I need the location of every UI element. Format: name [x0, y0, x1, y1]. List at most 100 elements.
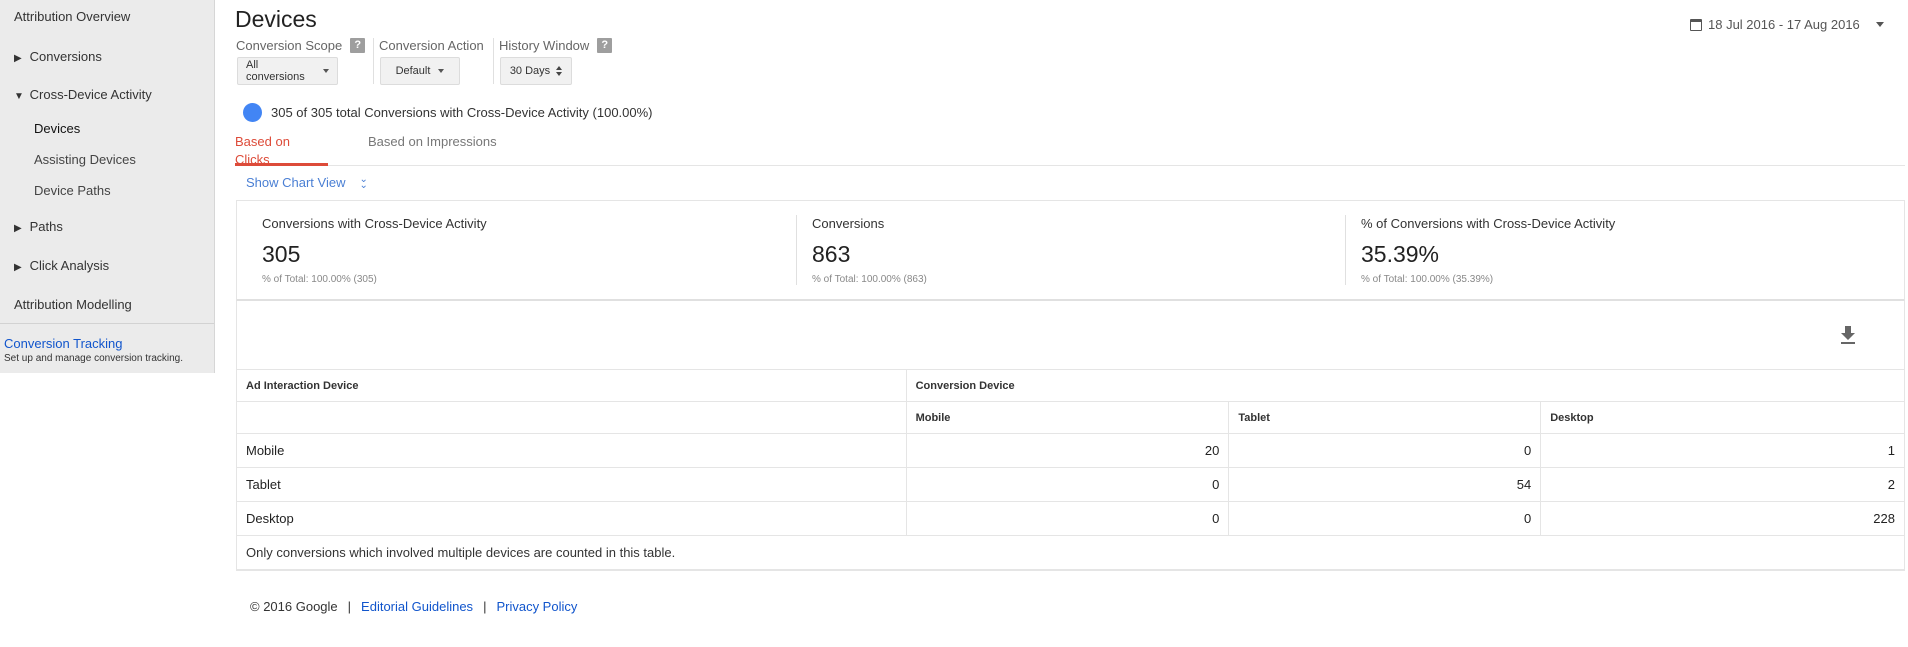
column-header-conversion-device: Conversion Device: [905, 369, 1906, 402]
history-window-label: History Window ?: [499, 38, 613, 53]
copyright-text: © 2016 Google: [250, 599, 338, 614]
column-header-mobile: Mobile: [905, 401, 1230, 434]
summary-text: 305 of 305 total Conversions with Cross-…: [271, 105, 653, 120]
column-header-tablet: Tablet: [1228, 401, 1542, 434]
table-cell: 0: [905, 467, 1230, 502]
metric-cross-device-percentage: % of Conversions with Cross-Device Activ…: [1361, 201, 1881, 299]
metric-value: 305: [262, 241, 301, 267]
empty-header-cell: [236, 401, 907, 434]
sidebar-item-click-analysis[interactable]: ▶ Click Analysis: [14, 258, 109, 273]
cross-device-summary: 305 of 305 total Conversions with Cross-…: [243, 103, 653, 122]
sidebar-item-attribution-overview[interactable]: Attribution Overview: [14, 9, 130, 24]
page-title: Devices: [235, 6, 317, 32]
footer-separator: |: [483, 599, 487, 614]
table-cell: 0: [1228, 501, 1542, 536]
sidebar-item-label: Assisting Devices: [34, 152, 136, 167]
sidebar-item-devices[interactable]: Devices: [34, 121, 80, 136]
metric-divider: [796, 215, 797, 285]
conversion-action-dropdown[interactable]: Default: [380, 57, 460, 85]
calendar-icon: [1690, 18, 1702, 31]
metric-cross-device-conversions: Conversions with Cross-Device Activity 3…: [262, 201, 782, 299]
metric-total: % of Total: 100.00% (863): [812, 274, 927, 285]
sidebar-item-label: Device Paths: [34, 183, 111, 198]
metrics-panel: Conversions with Cross-Device Activity 3…: [236, 200, 1905, 301]
date-range-picker[interactable]: 18 Jul 2016 - 17 Aug 2016: [1690, 17, 1884, 32]
page-footer: © 2016 Google | Editorial Guidelines | P…: [250, 599, 577, 614]
control-divider: [493, 38, 494, 84]
sidebar-item-label: Click Analysis: [29, 258, 110, 273]
table-row: Desktop 0 0 228: [236, 501, 1905, 536]
editorial-guidelines-link[interactable]: Editorial Guidelines: [361, 599, 473, 614]
column-header-desktop: Desktop: [1540, 401, 1905, 434]
sidebar-item-paths[interactable]: ▶ Paths: [14, 219, 63, 234]
conversion-scope-dropdown[interactable]: All conversions: [237, 57, 338, 85]
table-cell: 2: [1540, 467, 1905, 502]
sidebar-item-label: Paths: [29, 219, 63, 234]
sidebar-item-conversions[interactable]: ▶ Conversions: [14, 49, 102, 64]
metric-value: 35.39%: [1361, 241, 1440, 267]
series-dot-icon: [243, 103, 262, 122]
table-cell: 54: [1228, 467, 1542, 502]
conversion-tracking-link[interactable]: Conversion Tracking: [4, 336, 123, 351]
metric-label: % of Conversions with Cross-Device Activ…: [1361, 216, 1616, 231]
sidebar-item-device-paths[interactable]: Device Paths: [34, 183, 111, 198]
download-icon[interactable]: [1838, 324, 1858, 346]
conversion-scope-label: Conversion Scope ?: [236, 38, 366, 53]
sidebar-divider: [0, 323, 214, 324]
metric-conversions: Conversions 863 % of Total: 100.00% (863…: [812, 201, 1332, 299]
sidebar-item-cross-device-activity[interactable]: ▼ Cross-Device Activity: [14, 87, 152, 102]
double-chevron-down-icon: ⌄ ⌄: [359, 173, 368, 191]
footer-separator: |: [347, 599, 352, 614]
conversion-scope-value: All conversions: [246, 59, 305, 83]
conversion-action-label: Conversion Action: [379, 38, 484, 53]
chevron-down-icon: [1875, 22, 1884, 27]
spinner-arrows-icon: [556, 66, 563, 76]
privacy-policy-link[interactable]: Privacy Policy: [496, 599, 577, 614]
metric-label: Conversions with Cross-Device Activity: [262, 216, 487, 231]
tab-based-on-impressions[interactable]: Based on Impressions: [368, 133, 497, 166]
sidebar-item-label: Attribution Modelling: [14, 297, 132, 312]
history-window-label-text: History Window: [499, 38, 590, 53]
chevron-down-icon: [323, 69, 329, 73]
control-divider: [373, 38, 374, 84]
chevron-down-icon: [438, 69, 445, 73]
date-range-text: 18 Jul 2016 - 17 Aug 2016: [1708, 17, 1860, 32]
show-chart-view-link[interactable]: Show Chart View ⌄ ⌄: [246, 173, 368, 191]
metric-value: 863: [812, 241, 851, 267]
table-cell: 20: [905, 433, 1230, 468]
tab-based-on-clicks[interactable]: Based on Clicks: [235, 133, 328, 167]
metric-total: % of Total: 100.00% (305): [262, 274, 377, 285]
help-icon[interactable]: ?: [597, 38, 613, 53]
sidebar-item-label: Devices: [34, 121, 81, 136]
sidebar-item-assisting-devices[interactable]: Assisting Devices: [34, 152, 136, 167]
conversion-action-label-text: Conversion Action: [379, 38, 484, 53]
table-cell: 0: [1228, 433, 1542, 468]
table-row: Mobile 20 0 1: [236, 433, 1905, 468]
collapse-triangle-icon: ▼: [14, 91, 24, 102]
metric-divider: [1345, 215, 1346, 285]
history-window-select[interactable]: 30 Days: [500, 57, 572, 85]
metric-label: Conversions: [812, 216, 885, 231]
history-window-value: 30 Days: [509, 65, 551, 77]
table-row: Tablet 0 54 2: [236, 467, 1905, 502]
expand-triangle-icon: ▶: [14, 53, 22, 64]
sidebar-item-attribution-modelling[interactable]: Attribution Modelling: [14, 297, 132, 312]
column-header-ad-interaction-device: Ad Interaction Device: [236, 369, 907, 402]
sidebar-item-label: Cross-Device Activity: [29, 87, 152, 102]
sidebar-item-label: Conversions: [29, 49, 102, 64]
expand-triangle-icon: ▶: [14, 262, 22, 273]
table-cell: 228: [1540, 501, 1905, 536]
help-icon[interactable]: ?: [350, 38, 366, 53]
show-chart-view-text: Show Chart View: [246, 175, 346, 190]
table-cell: 0: [905, 501, 1230, 536]
row-device-label: Tablet: [236, 467, 907, 502]
tab-bar: Based on Clicks Based on Impressions: [235, 133, 1905, 167]
conversion-tracking-description: Set up and manage conversion tracking.: [4, 353, 183, 364]
row-device-label: Desktop: [236, 501, 907, 536]
devices-table: Ad Interaction Device Conversion Device …: [236, 369, 1906, 570]
table-cell: 1: [1540, 433, 1905, 468]
metric-total: % of Total: 100.00% (35.39%): [1361, 274, 1494, 285]
sidebar: Attribution Overview ▶ Conversions ▼ Cro…: [0, 0, 215, 373]
row-device-label: Mobile: [236, 433, 907, 468]
expand-triangle-icon: ▶: [14, 223, 22, 234]
